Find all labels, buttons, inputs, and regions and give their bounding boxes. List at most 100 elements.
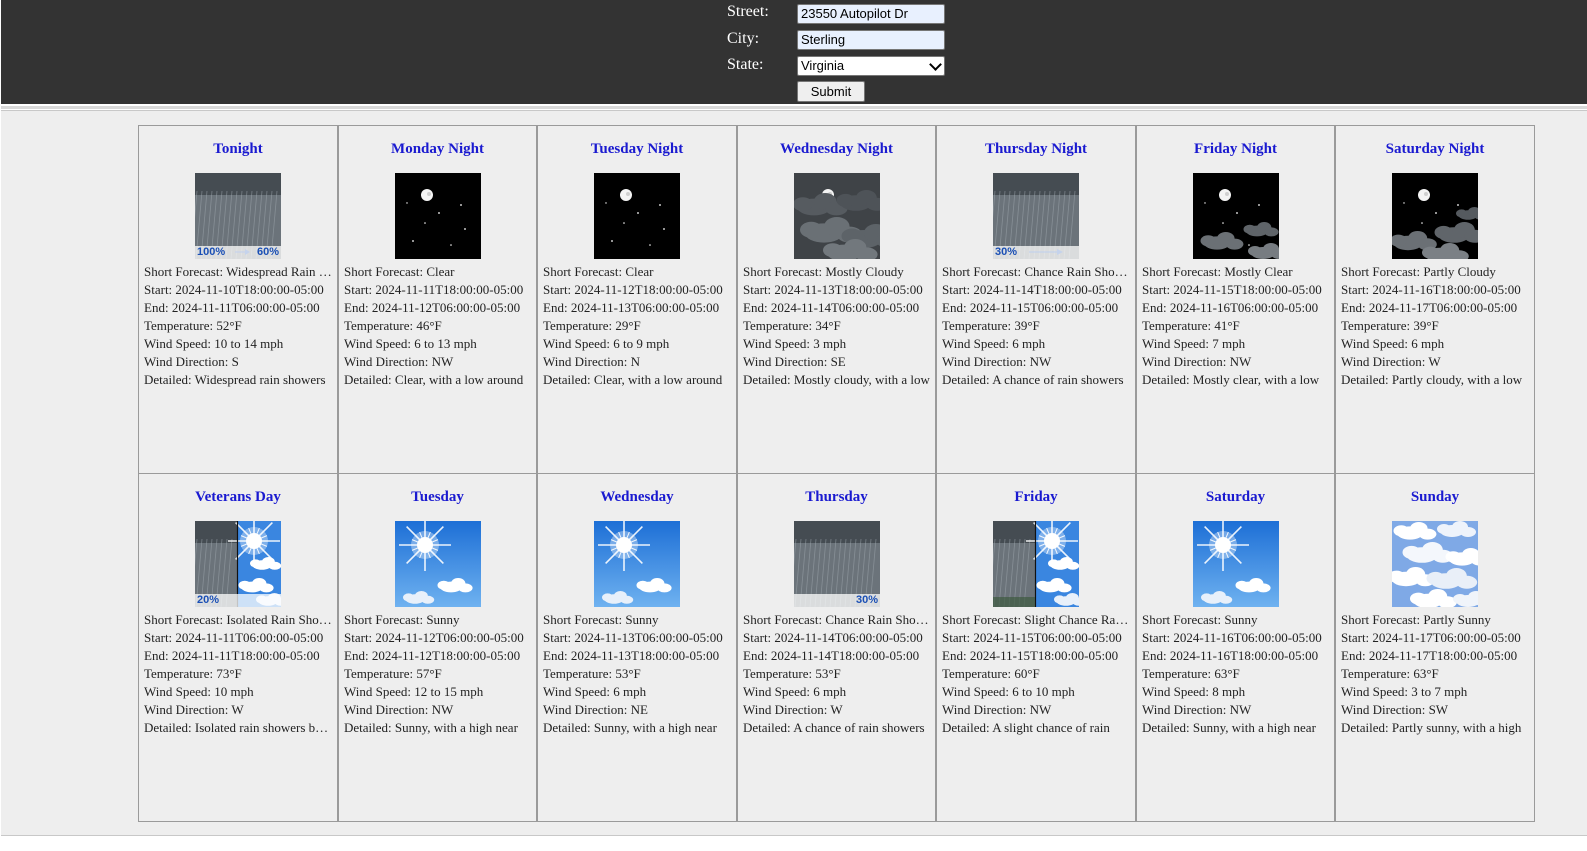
forecast-end-line: End: 2024-11-14T06:00:00-05:00 <box>743 299 931 317</box>
field-value: Clear, with a low around <box>394 372 524 387</box>
partly-sunny-icon-graphic <box>1392 521 1478 607</box>
field-label: Short Forecast: <box>344 264 427 279</box>
forecast-card: Saturday Short Forecast: Sunny Start: 2024… <box>1136 473 1335 822</box>
field-label: Wind Direction: <box>543 702 631 717</box>
field-value: NW <box>431 702 454 717</box>
forecast-wind-speed-line: Wind Speed: 8 mph <box>1142 683 1330 701</box>
field-value: 2024-11-12T06:00:00-05:00 <box>371 300 521 315</box>
period-name: Saturday Night <box>1385 141 1485 157</box>
field-label: End: <box>942 300 970 315</box>
forecast-detailed-line: Detailed: A chance of rain showers <box>743 719 931 737</box>
state-select[interactable]: Virginia <box>797 56 945 76</box>
field-value: 2024-11-11T18:00:00-05:00 <box>171 648 320 663</box>
field-label: End: <box>1341 648 1369 663</box>
field-value: 12 to 15 mph <box>414 684 484 699</box>
forecast-temperature-line: Temperature: 63°F <box>1341 665 1530 683</box>
forecast-short-line: Short Forecast: Partly Cloudy <box>1341 263 1530 281</box>
field-value: 3 to 7 mph <box>1411 684 1468 699</box>
field-value: 10 to 14 mph <box>214 336 284 351</box>
forecast-detailed-line: Detailed: Isolated rain showers before <box>144 719 333 737</box>
forecast-short-line: Short Forecast: Partly Sunny <box>1341 611 1530 629</box>
field-value: Sunny, with a high near <box>593 720 717 735</box>
forecast-start-line: Start: 2024-11-15T06:00:00-05:00 <box>942 629 1131 647</box>
field-label: End: <box>1341 300 1369 315</box>
field-value: 73°F <box>216 666 242 681</box>
field-label: Detailed: <box>543 720 594 735</box>
field-label: Start: <box>344 282 376 297</box>
field-value: Sunny <box>625 612 659 627</box>
field-label: Temperature: <box>344 318 417 333</box>
field-label: Start: <box>743 282 775 297</box>
field-label: Wind Speed: <box>1341 684 1412 699</box>
forecast-temperature-line: Temperature: 60°F <box>942 665 1131 683</box>
header-divider <box>1 106 1587 109</box>
field-label: Wind Direction: <box>144 354 232 369</box>
period-name: Sunday <box>1410 489 1460 505</box>
forecast-card: Friday Short Forecast: Slight Chance Rain… <box>936 473 1136 822</box>
field-value: 60°F <box>1014 666 1040 681</box>
field-value: Mostly clear, with a low <box>1192 372 1320 387</box>
field-value: 8 mph <box>1212 684 1246 699</box>
forecast-end-line: End: 2024-11-13T18:00:00-05:00 <box>543 647 732 665</box>
forecast-short-line: Short Forecast: Clear <box>344 263 532 281</box>
forecast-short-line: Short Forecast: Sunny <box>344 611 532 629</box>
city-input[interactable]: Sterling <box>797 30 945 50</box>
forecast-wind-direction-line: Wind Direction: W <box>144 701 333 719</box>
field-label: Short Forecast: <box>344 612 427 627</box>
field-label: Wind Direction: <box>942 354 1030 369</box>
field-value: A chance of rain showers <box>992 372 1124 387</box>
field-label: Temperature: <box>144 666 217 681</box>
forecast-end-line: End: 2024-11-12T06:00:00-05:00 <box>344 299 532 317</box>
period-name: Wednesday <box>600 489 674 505</box>
street-input[interactable]: 23550 Autopilot Dr <box>797 4 945 24</box>
field-label: Short Forecast: <box>942 612 1025 627</box>
field-value: 2024-11-12T18:00:00-05:00 <box>574 282 723 297</box>
field-label: Start: <box>743 630 775 645</box>
period-name: Veterans Day <box>195 489 281 505</box>
forecast-detailed-line: Detailed: Clear, with a low around <box>543 371 732 389</box>
clear-night-icon <box>395 173 481 259</box>
field-label: Short Forecast: <box>1341 264 1424 279</box>
field-value: NW <box>1029 702 1052 717</box>
forecast-wind-speed-line: Wind Speed: 3 to 7 mph <box>1341 683 1530 701</box>
rain-icon: 30% <box>993 173 1079 259</box>
field-label: Start: <box>144 630 176 645</box>
field-value: 6 mph <box>813 684 847 699</box>
field-label: Detailed: <box>144 720 195 735</box>
field-label: End: <box>344 648 372 663</box>
period-name: Tonight <box>213 141 263 157</box>
field-label: Short Forecast: <box>144 264 227 279</box>
field-value: 2024-11-16T06:00:00-05:00 <box>1169 300 1319 315</box>
field-value: 53°F <box>815 666 841 681</box>
forecast-detailed-line: Detailed: Clear, with a low around <box>344 371 532 389</box>
field-value: 6 to 10 mph <box>1012 684 1075 699</box>
field-value: Mostly Cloudy <box>825 264 904 279</box>
mostly-cloudy-night-icon <box>794 173 880 259</box>
period-name: Thursday Night <box>984 141 1088 157</box>
field-label: Start: <box>543 630 575 645</box>
field-label: Wind Speed: <box>144 684 215 699</box>
forecast-card: Saturday Night Short Forecast: Partly Clo… <box>1335 125 1535 474</box>
field-value: 2024-11-16T06:00:00-05:00 <box>1173 630 1322 645</box>
field-value: 2024-11-14T06:00:00-05:00 <box>770 300 920 315</box>
field-label: End: <box>942 648 970 663</box>
forecast-end-line: End: 2024-11-15T18:00:00-05:00 <box>942 647 1131 665</box>
field-label: Start: <box>344 630 376 645</box>
field-value: 29°F <box>615 318 641 333</box>
forecast-wind-direction-line: Wind Direction: NW <box>942 701 1131 719</box>
field-value: 2024-11-17T18:00:00-05:00 <box>1368 648 1518 663</box>
field-value: Widespread rain showers <box>194 372 326 387</box>
field-value: 39°F <box>1413 318 1439 333</box>
submit-button[interactable]: Submit <box>797 81 865 102</box>
forecast-wind-direction-line: Wind Direction: W <box>743 701 931 719</box>
forecast-temperature-line: Temperature: 73°F <box>144 665 333 683</box>
period-name: Saturday <box>1205 489 1266 505</box>
forecast-start-line: Start: 2024-11-14T06:00:00-05:00 <box>743 629 931 647</box>
field-label: Short Forecast: <box>1142 264 1225 279</box>
field-value: 2024-11-13T18:00:00-05:00 <box>570 648 720 663</box>
rain-icon: 30% <box>794 521 880 607</box>
field-label: Detailed: <box>1341 720 1392 735</box>
field-value: 6 mph <box>1012 336 1046 351</box>
forecast-temperature-line: Temperature: 57°F <box>344 665 532 683</box>
forecast-wind-direction-line: Wind Direction: NE <box>543 701 732 719</box>
